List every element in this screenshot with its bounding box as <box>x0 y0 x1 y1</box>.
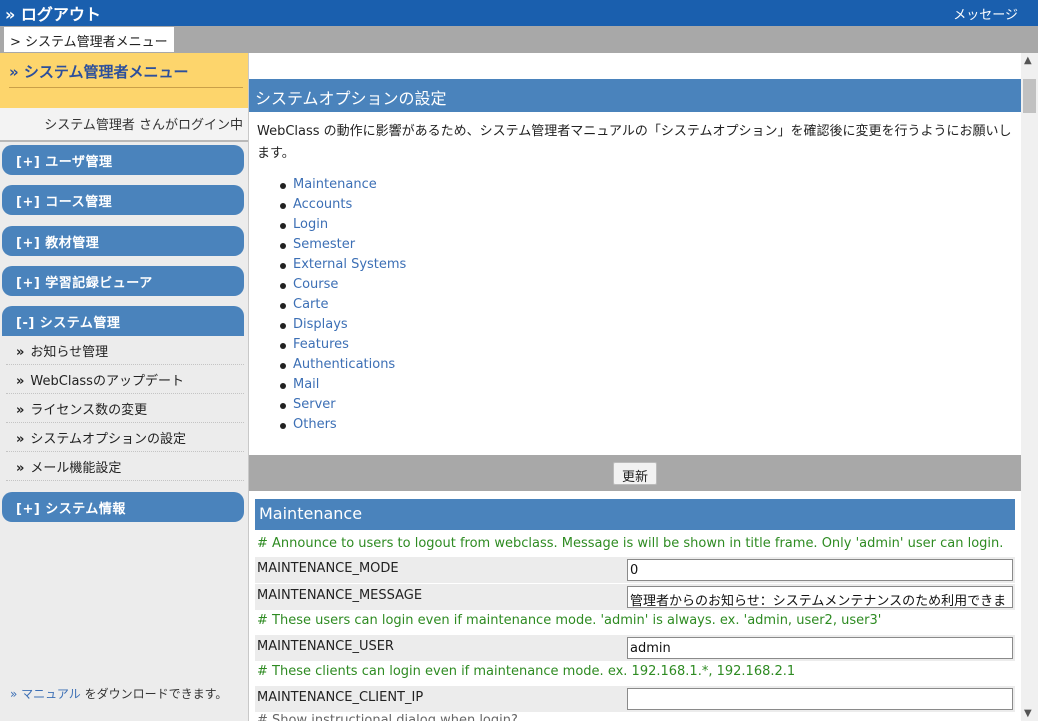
menu-system-management[interactable]: [-] システム管理 <box>2 306 244 336</box>
scroll-down-icon[interactable]: ▼ <box>1024 708 1032 719</box>
sidebar-item-label: WebClassのアップデート <box>30 374 184 389</box>
chevron-right-icon: » <box>16 374 25 389</box>
maintenance-mode-input[interactable]: 0 <box>627 559 1013 581</box>
option-row-maintenance-user: MAINTENANCE_USER admin <box>255 635 1015 661</box>
sidebar-item-label: ライセンス数の変更 <box>30 403 148 418</box>
message-link[interactable]: メッセージ <box>953 4 1018 23</box>
section-link-list: Maintenance Accounts Login Semester Exte… <box>280 177 406 437</box>
link-features[interactable]: Features <box>280 337 406 357</box>
menu-user-management[interactable]: [+] ユーザ管理 <box>2 145 244 175</box>
menu-course-management[interactable]: [+] コース管理 <box>2 185 244 215</box>
link-external-systems[interactable]: External Systems <box>280 257 406 277</box>
link-accounts[interactable]: Accounts <box>280 197 406 217</box>
chevron-right-icon: » <box>16 432 25 447</box>
link-mail[interactable]: Mail <box>280 377 406 397</box>
sidebar-title: » システム管理者メニュー <box>9 61 243 88</box>
breadcrumb[interactable]: > システム管理者メニュー <box>4 27 174 52</box>
scrollbar[interactable]: ▲ ▼ <box>1021 53 1038 721</box>
option-label: MAINTENANCE_CLIENT_IP <box>257 690 424 705</box>
sidebar-item-notices[interactable]: » お知らせ管理 <box>6 336 244 365</box>
maintenance-comment: # Announce to users to logout from webcl… <box>257 536 1004 551</box>
link-maintenance[interactable]: Maintenance <box>280 177 406 197</box>
menu-learning-record-viewer[interactable]: [+] 学習記録ビューア <box>2 266 244 296</box>
link-others[interactable]: Others <box>280 417 406 437</box>
option-label: MAINTENANCE_USER <box>257 639 394 654</box>
option-label: MAINTENANCE_MESSAGE <box>257 588 423 603</box>
maintenance-comment: # Show instructional dialog when login? <box>257 713 518 721</box>
option-label: MAINTENANCE_MODE <box>257 561 399 576</box>
link-course[interactable]: Course <box>280 277 406 297</box>
link-login[interactable]: Login <box>280 217 406 237</box>
maintenance-client-ip-input[interactable] <box>627 688 1013 710</box>
menu-system-info[interactable]: [+] システム情報 <box>2 492 244 522</box>
maintenance-section-title: Maintenance <box>255 499 1015 530</box>
update-button[interactable]: 更新 <box>613 462 657 485</box>
manual-link[interactable]: » マニュアル <box>10 687 81 701</box>
sidebar-item-label: メール機能設定 <box>30 461 122 476</box>
link-carte[interactable]: Carte <box>280 297 406 317</box>
manual-download-note: » マニュアル をダウンロードできます。 <box>10 685 227 702</box>
login-status: システム管理者 さんがログイン中 <box>0 108 248 142</box>
scroll-up-icon[interactable]: ▲ <box>1024 55 1032 66</box>
intro-text: WebClass の動作に影響があるため、システム管理者マニュアルの「システムオ… <box>257 124 1012 161</box>
scrollbar-thumb[interactable] <box>1023 79 1036 113</box>
breadcrumb-bar: > システム管理者メニュー <box>0 26 1038 53</box>
top-bar: » ログアウト メッセージ <box>0 0 1038 26</box>
sidebar-item-mail-settings[interactable]: » メール機能設定 <box>6 452 244 481</box>
link-server[interactable]: Server <box>280 397 406 417</box>
option-row-maintenance-message: MAINTENANCE_MESSAGE 管理者からのお知らせ：システムメンテナン… <box>255 584 1015 610</box>
link-authentications[interactable]: Authentications <box>280 357 406 377</box>
sidebar-item-label: システムオプションの設定 <box>30 432 187 447</box>
menu-material-management[interactable]: [+] 教材管理 <box>2 226 244 256</box>
sidebar: » システム管理者メニュー システム管理者 さんがログイン中 [+] ユーザ管理… <box>0 53 248 721</box>
link-semester[interactable]: Semester <box>280 237 406 257</box>
option-row-maintenance-client-ip: MAINTENANCE_CLIENT_IP <box>255 686 1015 712</box>
sidebar-item-license[interactable]: » ライセンス数の変更 <box>6 394 244 423</box>
sidebar-item-label: お知らせ管理 <box>30 345 109 360</box>
maintenance-message-input[interactable]: 管理者からのお知らせ：システムメンテナンスのため利用できま <box>627 586 1013 608</box>
page-title: システムオプションの設定 <box>249 79 1021 112</box>
chevron-right-icon: » <box>16 345 25 360</box>
chevron-right-icon: » <box>16 461 25 476</box>
option-row-maintenance-mode: MAINTENANCE_MODE 0 <box>255 557 1015 583</box>
manual-note-text: をダウンロードできます。 <box>80 687 228 701</box>
login-status-text: システム管理者 さんがログイン中 <box>44 118 243 133</box>
sidebar-header: » システム管理者メニュー <box>0 53 248 108</box>
sidebar-item-system-options[interactable]: » システムオプションの設定 <box>6 423 244 452</box>
maintenance-comment: # These users can login even if maintena… <box>257 613 882 628</box>
sidebar-item-update[interactable]: » WebClassのアップデート <box>6 365 244 394</box>
logout-link[interactable]: » ログアウト <box>5 1 101 25</box>
chevron-right-icon: » <box>16 403 25 418</box>
maintenance-user-input[interactable]: admin <box>627 637 1013 659</box>
update-bar: 更新 <box>249 455 1021 491</box>
maintenance-comment: # These clients can login even if mainte… <box>257 664 796 679</box>
link-displays[interactable]: Displays <box>280 317 406 337</box>
